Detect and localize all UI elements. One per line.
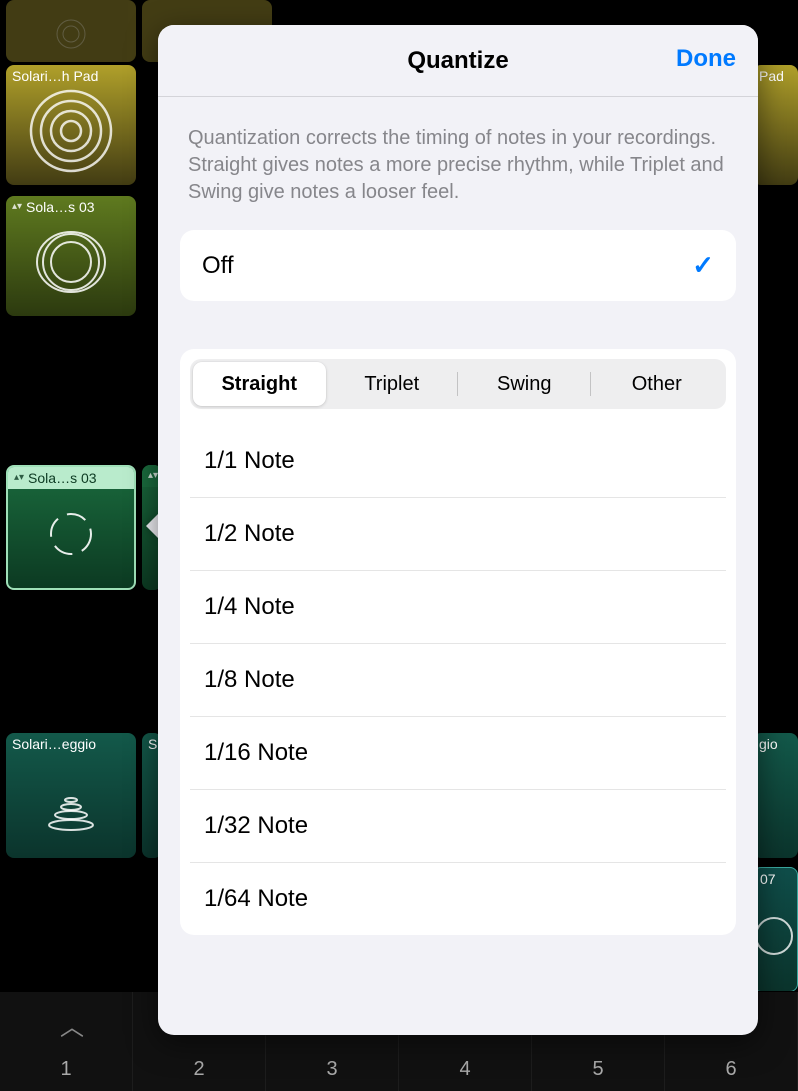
popover-title: Quantize bbox=[407, 47, 508, 75]
waveform-icon bbox=[31, 14, 111, 54]
cell-label: Solari…eggio bbox=[6, 733, 136, 755]
quantize-type-segmented[interactable]: Straight Triplet Swing Other bbox=[190, 359, 726, 409]
track-cell-arpeggio[interactable]: Solari…eggio bbox=[6, 733, 136, 858]
cell-label: gio bbox=[753, 733, 798, 755]
track-cell[interactable] bbox=[6, 0, 136, 62]
cell-label: 07 bbox=[754, 868, 797, 890]
cell-label: ▴▾ Sola…s 03 bbox=[6, 196, 136, 218]
off-label: Off bbox=[202, 252, 234, 280]
segment-swing[interactable]: Swing bbox=[458, 362, 591, 406]
concentric-circles-icon bbox=[26, 86, 116, 176]
stacked-ellipses-icon bbox=[41, 767, 101, 837]
track-cell[interactable]: 07 bbox=[753, 867, 798, 992]
segment-triplet[interactable]: Triplet bbox=[326, 362, 459, 406]
track-cell[interactable]: Pad bbox=[753, 65, 798, 185]
drag-handle-icon: ▴▾ bbox=[14, 475, 24, 481]
cell-label-text: Sola…s 03 bbox=[28, 470, 96, 486]
popover-body[interactable]: Quantization corrects the timing of note… bbox=[158, 97, 758, 1035]
cell-label-text: Sola…s 03 bbox=[26, 199, 94, 215]
description-text: Quantization corrects the timing of note… bbox=[180, 97, 736, 230]
done-button[interactable]: Done bbox=[676, 45, 736, 73]
segment-straight[interactable]: Straight bbox=[193, 362, 326, 406]
note-option[interactable]: 1/32 Note bbox=[190, 789, 726, 862]
checkmark-icon: ✓ bbox=[692, 250, 714, 281]
options-card: Straight Triplet Swing Other 1/1 Note 1/… bbox=[180, 349, 736, 935]
circle-icon bbox=[753, 911, 798, 961]
cell-label: Solari…h Pad bbox=[6, 65, 136, 87]
quantize-off-row[interactable]: Off ✓ bbox=[180, 230, 736, 301]
swirl-icon bbox=[26, 217, 116, 307]
note-option[interactable]: 1/1 Note bbox=[190, 425, 726, 497]
cell-label: Pad bbox=[753, 65, 798, 87]
note-option[interactable]: 1/4 Note bbox=[190, 570, 726, 643]
note-option[interactable]: 1/2 Note bbox=[190, 497, 726, 570]
note-option[interactable]: 1/8 Note bbox=[190, 643, 726, 716]
track-cell-selected[interactable]: ▴▾ Sola…s 03 bbox=[6, 465, 136, 590]
quantize-popover: Quantize Done Quantization corrects the … bbox=[158, 25, 758, 1035]
note-option[interactable]: 1/16 Note bbox=[190, 716, 726, 789]
off-card: Off ✓ bbox=[180, 230, 736, 301]
drag-handle-icon: ▴▾ bbox=[148, 473, 158, 479]
note-option[interactable]: 1/64 Note bbox=[190, 862, 726, 935]
chevron-up-icon[interactable]: ︿ bbox=[60, 1007, 84, 1042]
note-values-list: 1/1 Note 1/2 Note 1/4 Note 1/8 Note 1/16… bbox=[190, 425, 726, 935]
dashed-circle-icon bbox=[36, 499, 106, 569]
popover-header: Quantize Done bbox=[158, 25, 758, 97]
track-cell-solari-pad[interactable]: Solari…h Pad bbox=[6, 65, 136, 185]
track-cell-solas-03[interactable]: ▴▾ Sola…s 03 bbox=[6, 196, 136, 316]
segment-other[interactable]: Other bbox=[591, 362, 724, 406]
cell-label: ▴▾ Sola…s 03 bbox=[8, 467, 134, 489]
track-cell[interactable]: gio bbox=[753, 733, 798, 858]
drag-handle-icon: ▴▾ bbox=[12, 204, 22, 210]
